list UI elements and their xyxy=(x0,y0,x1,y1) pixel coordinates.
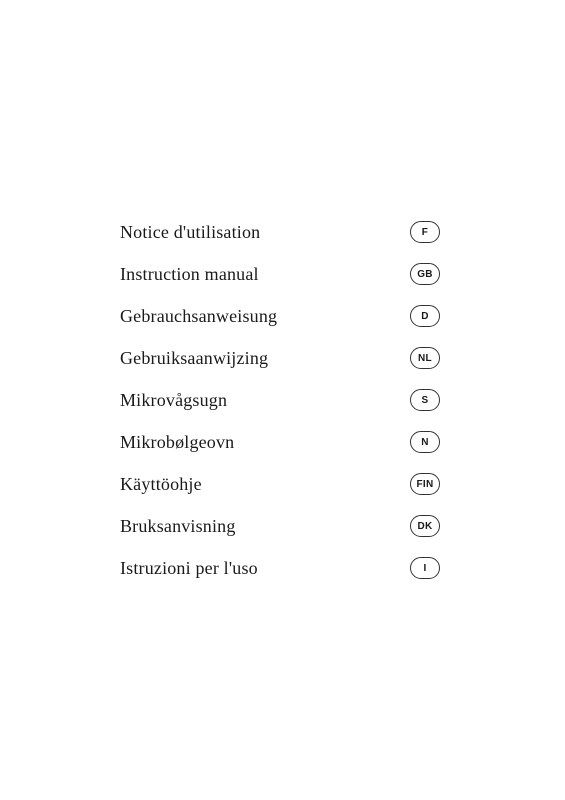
list-item[interactable]: Istruzioni per l'uso I xyxy=(120,547,440,589)
manual-label: Käyttöohje xyxy=(120,474,202,495)
list-item[interactable]: Bruksanvisning DK xyxy=(120,505,440,547)
lang-badge: S xyxy=(410,389,440,411)
lang-badge: GB xyxy=(410,263,440,285)
manual-label: Gebruiksaanwijzing xyxy=(120,348,268,369)
list-item[interactable]: Mikrobølgeovn N xyxy=(120,421,440,463)
manual-label: Notice d'utilisation xyxy=(120,222,260,243)
page-container: Notice d'utilisation F Instruction manual G… xyxy=(0,0,565,800)
manual-list: Notice d'utilisation F Instruction manual G… xyxy=(120,211,440,589)
manual-label: Istruzioni per l'uso xyxy=(120,558,258,579)
lang-badge: DK xyxy=(410,515,440,537)
manual-label: Bruksanvisning xyxy=(120,516,236,537)
list-item[interactable]: Mikrovågsugn S xyxy=(120,379,440,421)
lang-badge: FIN xyxy=(410,473,440,495)
lang-badge: F xyxy=(410,221,440,243)
lang-badge: D xyxy=(410,305,440,327)
lang-badge: I xyxy=(410,557,440,579)
lang-badge: NL xyxy=(410,347,440,369)
manual-label: Mikrovågsugn xyxy=(120,390,227,411)
list-item[interactable]: Käyttöohje FIN xyxy=(120,463,440,505)
manual-label: Instruction manual xyxy=(120,264,259,285)
list-item[interactable]: Gebrauchsanweisung D xyxy=(120,295,440,337)
list-item[interactable]: Instruction manual GB xyxy=(120,253,440,295)
manual-label: Mikrobølgeovn xyxy=(120,432,234,453)
list-item[interactable]: Gebruiksaanwijzing NL xyxy=(120,337,440,379)
manual-label: Gebrauchsanweisung xyxy=(120,306,277,327)
list-item[interactable]: Notice d'utilisation F xyxy=(120,211,440,253)
lang-badge: N xyxy=(410,431,440,453)
